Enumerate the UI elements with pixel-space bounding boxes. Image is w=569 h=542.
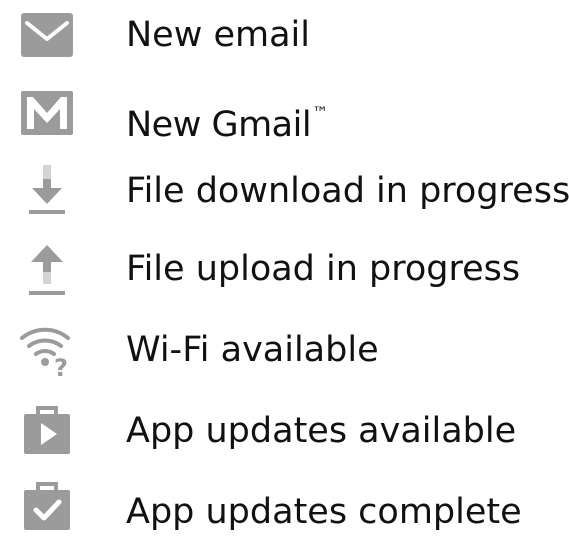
- trademark-symbol: ™: [312, 103, 328, 122]
- status-icon-legend: New email New Gmail™ File download in pr…: [0, 0, 569, 537]
- wifi-question-icon: ?: [14, 320, 80, 380]
- app-check-icon: [14, 477, 80, 537]
- legend-label: New Gmail™: [126, 83, 328, 145]
- legend-row-file-upload: File upload in progress: [0, 239, 569, 299]
- legend-row-new-email: New email: [0, 5, 569, 65]
- legend-label-text: New Gmail: [126, 105, 312, 145]
- legend-row-new-gmail: New Gmail™: [0, 83, 569, 145]
- legend-row-file-download: File download in progress: [0, 161, 569, 221]
- gmail-icon: [14, 83, 80, 143]
- legend-label: File upload in progress: [126, 249, 521, 289]
- legend-label: App updates available: [126, 411, 517, 451]
- legend-row-wifi-available: ? Wi-Fi available: [0, 320, 569, 380]
- email-icon: [14, 5, 80, 65]
- upload-icon: [14, 239, 80, 299]
- legend-label: File download in progress: [126, 171, 569, 211]
- download-icon: [14, 161, 80, 221]
- legend-label: Wi-Fi available: [126, 330, 379, 370]
- app-play-icon: [14, 401, 80, 461]
- svg-text:?: ?: [54, 354, 68, 380]
- legend-label: App updates complete: [126, 492, 522, 532]
- legend-row-app-updates-complete: App updates complete: [0, 482, 569, 542]
- legend-row-app-updates-available: App updates available: [0, 401, 569, 461]
- legend-label: New email: [126, 15, 310, 55]
